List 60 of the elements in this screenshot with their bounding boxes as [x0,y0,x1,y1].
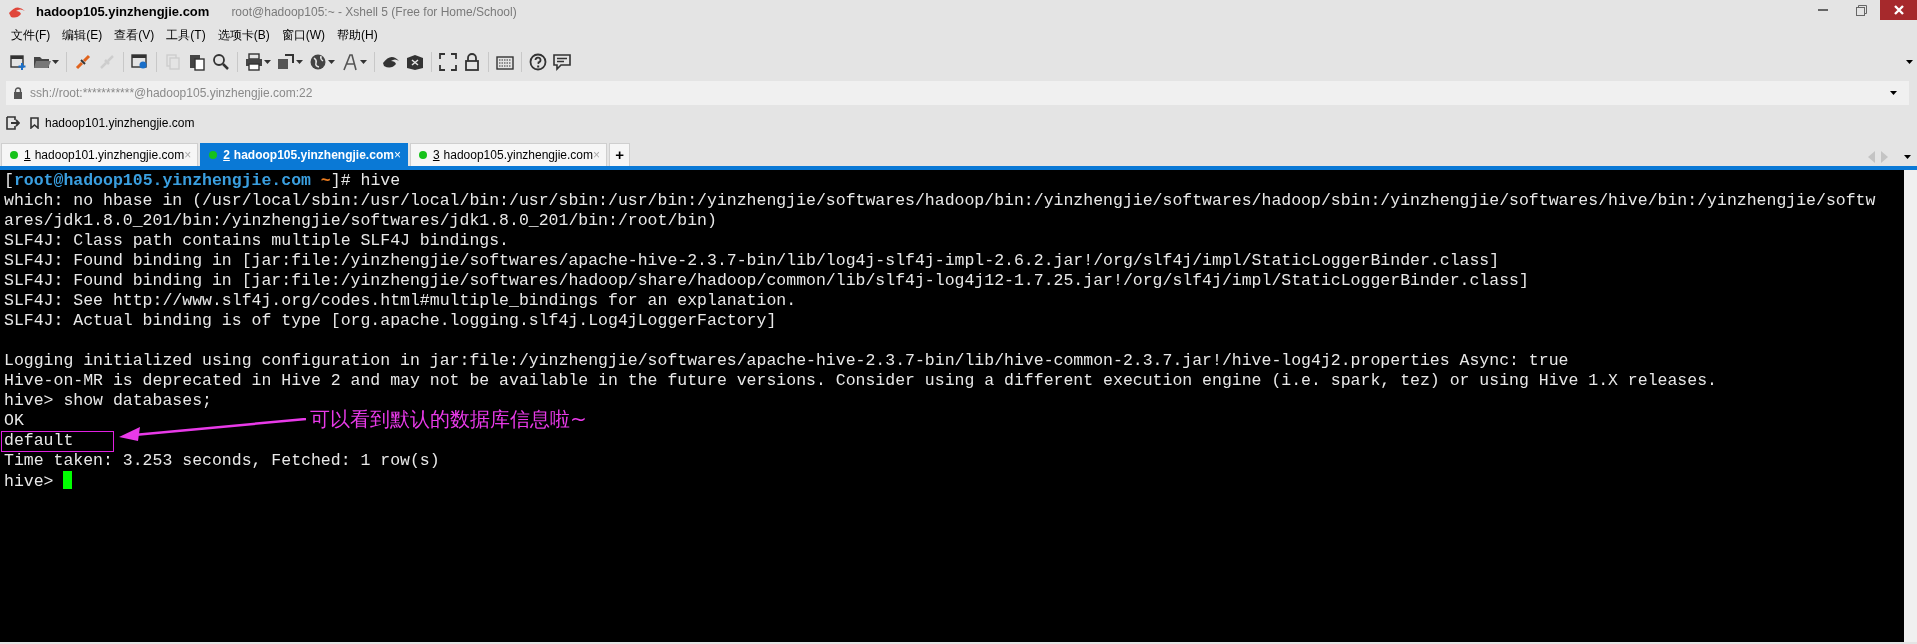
menu-item[interactable]: 窗口(W) [276,26,332,44]
caret-icon [360,60,367,64]
window-title: hadoop105.yinzhengjie.com [36,3,210,22]
fullscreen-icon [439,53,457,71]
scrollbar[interactable] [1904,170,1917,642]
terminal-line: Hive-on-MR is deprecated in Hive 2 and may not be available in the future versions. Consider using a different execution engine (i.e. spark, tez) or using Hive 1.X releases. [4,371,1717,390]
close-button[interactable] [1880,0,1917,20]
connect-icon [74,53,92,71]
printer-icon [245,53,263,71]
menu-item[interactable]: 文件(F) [6,26,58,44]
app-logo-icon [8,5,26,19]
caret-icon[interactable] [1890,91,1897,95]
properties-icon [131,53,149,71]
bookmark-icon [30,117,39,129]
lock-icon [13,87,23,99]
terminal-line: hive> [4,472,55,491]
terminal-line: [root@hadoop105.yinzhengjie.com ~]# hive [4,171,401,190]
lock-icon [463,53,481,71]
menu-item[interactable]: 选项卡(B) [212,26,277,44]
help-icon [529,53,547,71]
globe-icon [309,53,327,71]
terminal-line: SLF4J: Actual binding is of type [org.apache.logging.slf4j.Log4jLoggerFactory] [4,311,777,330]
terminal-line: hive> show databases; [4,391,212,410]
transfer-icon [277,53,295,71]
menu-item[interactable]: 编辑(E) [57,26,110,44]
window-subtitle: root@hadoop105:~ - Xshell 5 (Free for Home/School) [231,4,517,21]
menu-item[interactable]: 帮助(H) [332,26,385,44]
new-tab-button[interactable]: + [609,143,631,166]
caret-icon [328,60,335,64]
font-icon [341,53,359,71]
caret-icon[interactable] [1904,155,1911,159]
caret-icon [264,60,271,64]
terminal-line: which: no hbase in (/usr/local/sbin:/usr/local/bin:/usr/sbin:/usr/bin:/yinzhengjie/softwares/hadoop/bin:/yinzhengjie/softwares/hadoop/sbin:/yinzhengjie/softwares/hive/bin:/yinzhengjie/softw [4,191,1876,210]
session-link-icon[interactable] [6,116,20,130]
menu-item[interactable]: 工具(T) [161,26,213,44]
tab[interactable]: 2 hadoop105.yinzhengjie.com× [200,143,408,166]
paste-icon [188,53,206,71]
restore-icon [1855,4,1867,16]
close-icon [1893,5,1904,15]
new-session-icon [9,53,27,71]
tab[interactable]: 1 hadoop101.yinzhengjie.com× [1,143,199,166]
terminal-line: ares/jdk1.8.0_201/bin:/yinzhengjie/softwares/jdk1.8.0_201/bin:/root/bin) [4,211,717,230]
terminal-line: SLF4J: See http://www.slf4j.org/codes.html#multiple_bindings for an explanation. [4,291,797,310]
minimize-icon [1818,9,1828,11]
chat-icon [553,53,571,71]
caret-icon [52,60,59,64]
search-icon [212,53,230,71]
terminal-line: SLF4J: Found binding in [jar:file:/yinzhengjie/softwares/hadoop/share/hadoop/common/lib/slf4j-log4j12-1.7.25.jar!/org/slf4j/impl/StaticLoggerBinder.class] [4,271,1529,290]
terminal-line: Logging initialized using configuration in jar:file:/yinzhengjie/softwares/apache-hive-2.3.7-bin/lib/hive-common-2.3.7.jar!/hive-log4j2.properties Async: true [4,351,1569,370]
annotation-text: 可以看到默认的数据库信息啦~ [310,406,587,432]
caret-icon [296,60,303,64]
caret-icon[interactable] [1906,60,1913,64]
terminal-line: SLF4J: Found binding in [jar:file:/yinzhengjie/softwares/apache-hive-2.3.7-bin/lib/log4j-slf4j-impl-2.6.2.jar!/org/slf4j/impl/StaticLoggerBinder.class] [4,251,1500,270]
terminal-line: OK [4,411,24,430]
keyboard-icon [496,53,514,71]
terminal-line: SLF4J: Class path contains multiple SLF4J bindings. [4,231,509,250]
tab[interactable]: 3 hadoop105.yinzhengjie.com× [409,143,608,166]
bookmark-link[interactable]: hadoop101.yinzhengjie.com [45,114,195,132]
terminal-line: Time taken: 3.253 seconds, Fetched: 1 row(s) [4,451,440,470]
menu-item[interactable]: 查看(V) [109,26,162,44]
